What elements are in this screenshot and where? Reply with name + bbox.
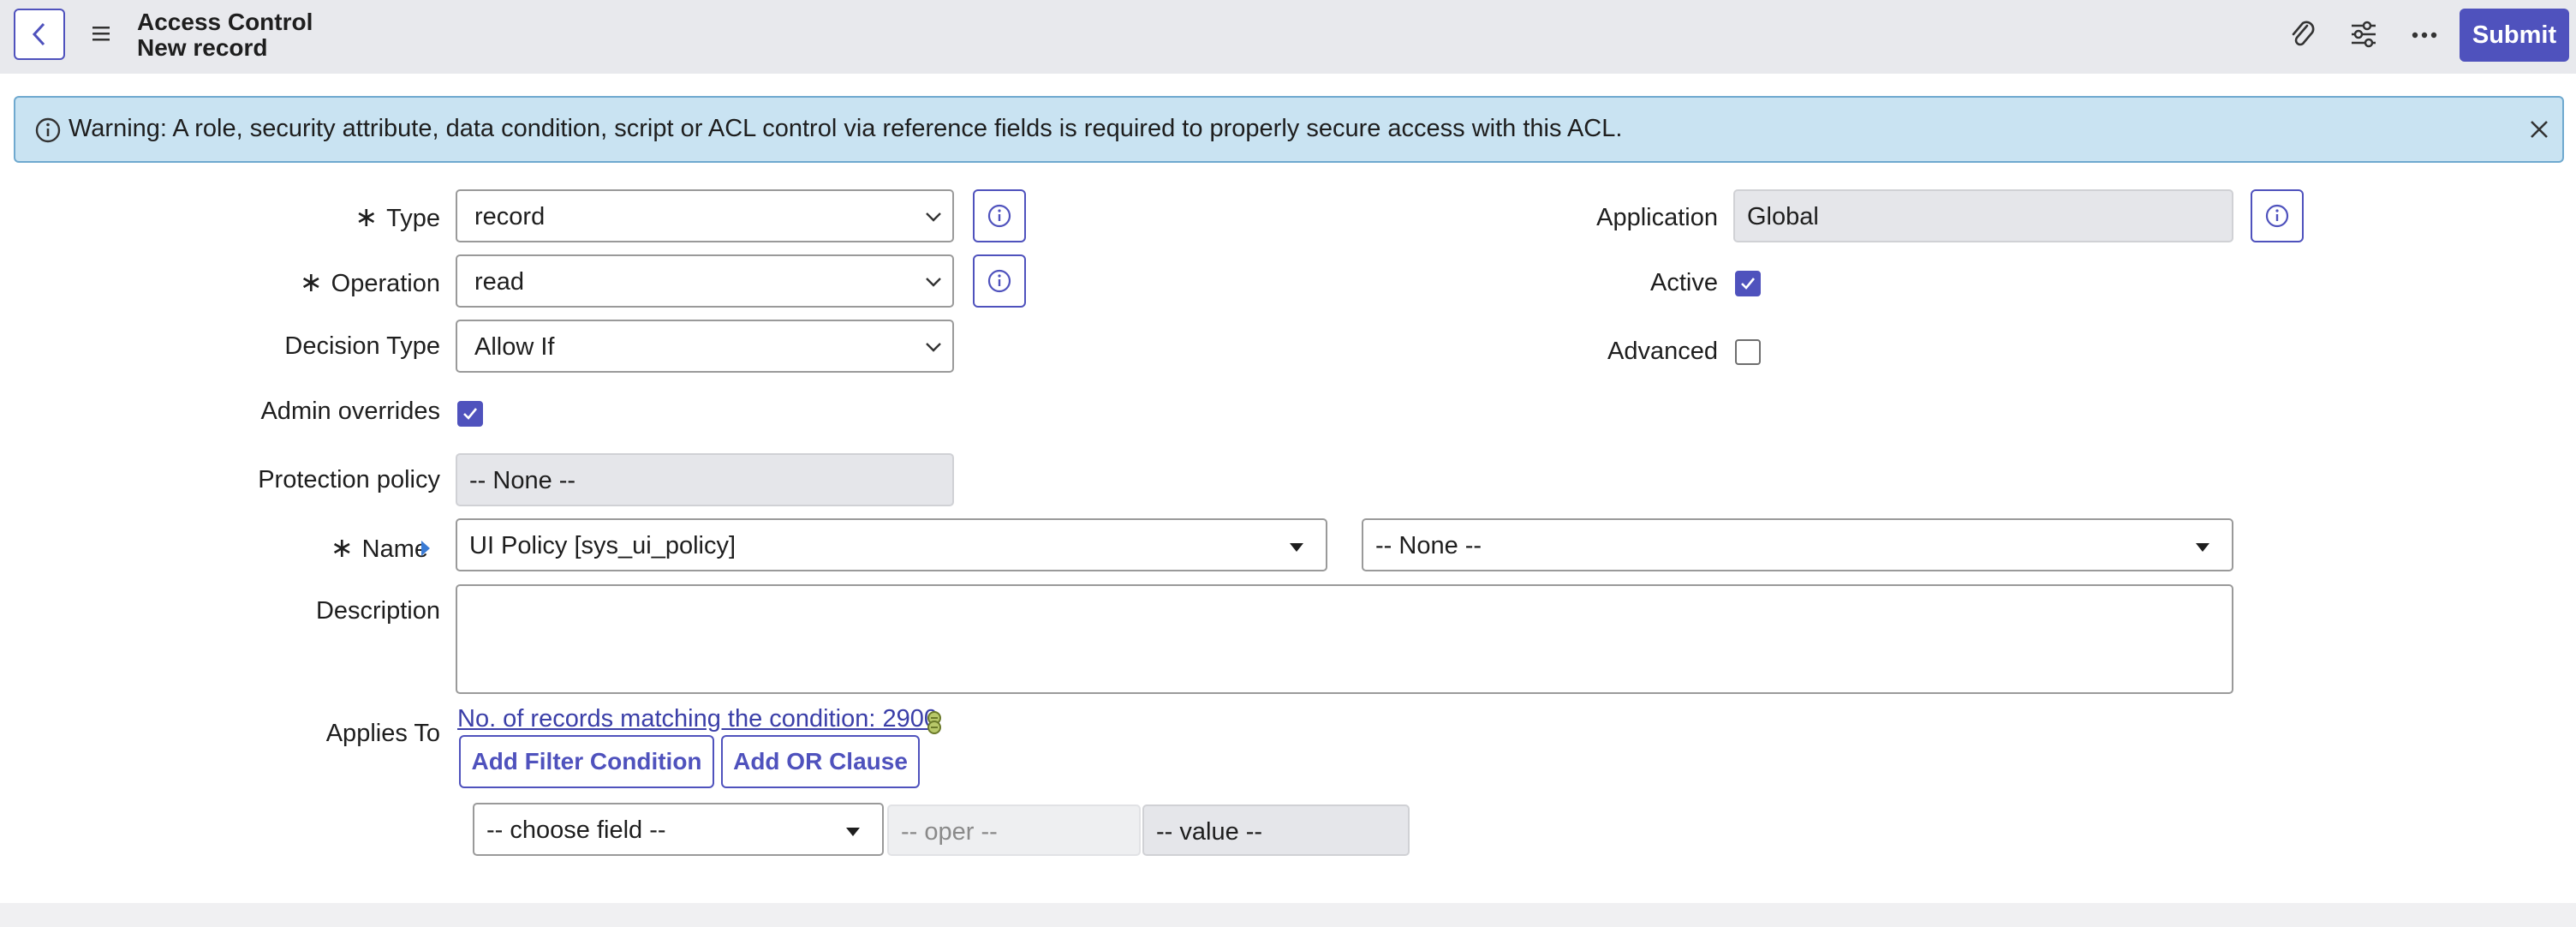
type-select[interactable]: record — [456, 189, 954, 242]
decision-type-select[interactable]: Allow If — [456, 320, 954, 373]
reference-triangle-icon[interactable] — [420, 539, 432, 558]
description-label: Description — [315, 597, 440, 625]
close-icon[interactable] — [2528, 118, 2550, 145]
header-bar: Access Control New record Submit — [0, 0, 2576, 74]
dropdown-arrow-icon — [1290, 543, 1303, 552]
active-label: Active — [1650, 269, 1718, 296]
refresh-icon[interactable] — [923, 709, 945, 735]
admin-overrides-label: Admin overrides — [260, 398, 440, 425]
protection-policy-field: -- None -- — [456, 453, 954, 506]
chevron-down-icon — [926, 278, 941, 287]
decision-type-label: Decision Type — [284, 332, 440, 360]
admin-overrides-checkbox[interactable] — [457, 401, 483, 427]
application-info-button[interactable] — [2251, 189, 2304, 242]
application-label: Application — [1596, 204, 1718, 231]
protection-policy-label: Protection policy — [258, 466, 440, 493]
advanced-label: Advanced — [1607, 338, 1718, 365]
info-icon — [987, 204, 1011, 228]
records-count-link[interactable]: No. of records matching the condition: 2… — [457, 705, 938, 733]
active-checkbox[interactable] — [1735, 271, 1761, 296]
type-label: ∗ Type — [355, 201, 440, 232]
chevron-down-icon — [926, 212, 941, 222]
warning-text: Warning: A role, security attribute, dat… — [69, 115, 1623, 142]
info-icon — [987, 269, 1011, 293]
description-textarea[interactable] — [456, 584, 2233, 694]
paperclip-icon[interactable] — [2288, 19, 2317, 56]
page-subtitle: New record — [137, 34, 268, 61]
operation-select[interactable]: read — [456, 254, 954, 308]
type-info-button[interactable] — [973, 189, 1026, 242]
menu-icon[interactable] — [91, 24, 113, 47]
choose-field-select[interactable]: -- choose field -- — [473, 803, 884, 856]
add-filter-condition-button[interactable]: Add Filter Condition — [459, 735, 714, 788]
page-title: Access Control — [137, 9, 313, 35]
back-icon — [32, 22, 45, 46]
more-icon[interactable] — [2410, 26, 2439, 49]
operator-select[interactable]: -- oper -- — [887, 804, 1141, 856]
warning-banner: Warning: A role, security attribute, dat… — [14, 96, 2564, 163]
chevron-down-icon — [926, 343, 941, 352]
footer-bar — [0, 903, 2576, 927]
info-icon — [34, 117, 62, 148]
sliders-icon[interactable] — [2348, 19, 2379, 54]
name-label: ∗ Name — [330, 532, 428, 563]
application-field: Global — [1733, 189, 2233, 242]
required-marker: ∗ — [355, 201, 379, 232]
submit-button[interactable]: Submit — [2460, 9, 2569, 62]
name-table-select[interactable]: UI Policy [sys_ui_policy] — [456, 518, 1327, 571]
dropdown-arrow-icon — [2196, 543, 2209, 552]
info-icon — [2265, 204, 2289, 228]
applies-to-label: Applies To — [325, 720, 440, 747]
operation-info-button[interactable] — [973, 254, 1026, 308]
check-icon — [1741, 278, 1756, 290]
dropdown-arrow-icon — [846, 828, 860, 836]
add-or-clause-button[interactable]: Add OR Clause — [721, 735, 920, 788]
name-field-select[interactable]: -- None -- — [1362, 518, 2233, 571]
advanced-checkbox[interactable] — [1735, 339, 1761, 365]
value-field[interactable]: -- value -- — [1142, 804, 1410, 856]
check-icon — [463, 408, 478, 420]
back-button[interactable] — [14, 9, 65, 60]
operation-label: ∗ Operation — [299, 266, 440, 297]
